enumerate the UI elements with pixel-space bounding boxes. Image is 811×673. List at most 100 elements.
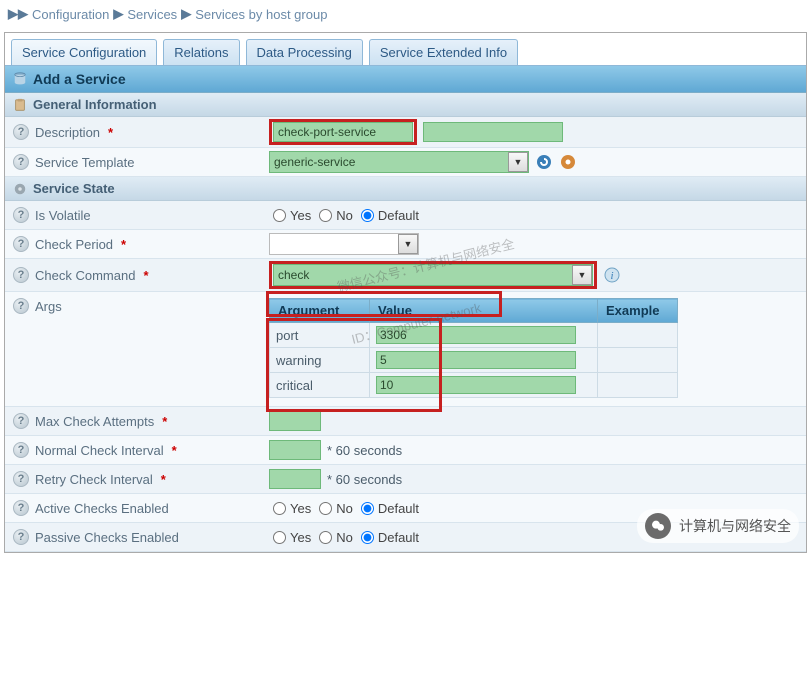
- help-icon[interactable]: ?: [13, 471, 29, 487]
- required-marker: *: [143, 268, 148, 283]
- row-check-period: ? Check Period * ▼: [5, 230, 806, 259]
- args-col-value: Value: [370, 299, 598, 323]
- chevron-down-icon: ▼: [508, 152, 528, 172]
- args-row-port: port: [270, 323, 678, 348]
- description-input[interactable]: [273, 122, 413, 142]
- help-icon[interactable]: ?: [13, 236, 29, 252]
- form-title: Add a Service: [33, 71, 126, 87]
- form-title-bar: Add a Service: [5, 66, 806, 93]
- radio-default[interactable]: [361, 502, 374, 515]
- gear-icon[interactable]: [559, 153, 577, 171]
- radio-no[interactable]: [319, 531, 332, 544]
- help-icon[interactable]: ?: [13, 442, 29, 458]
- is-volatile-radios[interactable]: Yes No Default: [269, 208, 419, 223]
- breadcrumb-services[interactable]: Services: [127, 7, 177, 22]
- description-input-2[interactable]: [423, 122, 563, 142]
- radio-no[interactable]: [319, 502, 332, 515]
- row-retry-interval: ? Retry Check Interval * * 60 seconds: [5, 465, 806, 494]
- row-check-command: ? Check Command * check ▼ i: [5, 259, 806, 292]
- required-marker: *: [162, 414, 167, 429]
- svg-text:i: i: [610, 270, 613, 282]
- label-active-checks: Active Checks Enabled: [35, 501, 169, 516]
- check-period-select[interactable]: ▼: [269, 233, 419, 255]
- label-passive-checks: Passive Checks Enabled: [35, 530, 179, 545]
- help-icon[interactable]: ?: [13, 267, 29, 283]
- arrow-icon: ▶: [181, 6, 191, 22]
- active-checks-radios[interactable]: Yes No Default: [269, 501, 419, 516]
- label-retry-interval: Retry Check Interval: [35, 472, 153, 487]
- gear-icon: [13, 182, 27, 196]
- wechat-icon: [645, 513, 671, 539]
- help-icon[interactable]: ?: [13, 529, 29, 545]
- required-marker: *: [172, 443, 177, 458]
- database-icon: [13, 72, 27, 86]
- arg-example: [598, 323, 678, 348]
- help-icon[interactable]: ?: [13, 298, 29, 314]
- service-template-select[interactable]: generic-service ▼: [269, 151, 529, 173]
- tab-service-configuration[interactable]: Service Configuration: [11, 39, 157, 65]
- seconds-suffix: * 60 seconds: [327, 472, 402, 487]
- radio-yes[interactable]: [273, 502, 286, 515]
- radio-yes[interactable]: [273, 209, 286, 222]
- tab-data-processing[interactable]: Data Processing: [246, 39, 363, 65]
- arg-example: [598, 373, 678, 398]
- label-check-period: Check Period: [35, 237, 113, 252]
- max-attempts-input[interactable]: [269, 411, 321, 431]
- label-args: Args: [35, 299, 62, 314]
- chevron-down-icon: ▼: [572, 265, 592, 285]
- section-state-label: Service State: [33, 181, 115, 196]
- refresh-icon[interactable]: [535, 153, 553, 171]
- required-marker: *: [121, 237, 126, 252]
- breadcrumb: ▶▶ Configuration ▶ Services ▶ Services b…: [0, 0, 811, 28]
- arg-name: critical: [270, 373, 370, 398]
- wechat-badge-text: 计算机与网络安全: [679, 516, 791, 536]
- breadcrumb-config[interactable]: Configuration: [32, 7, 109, 22]
- help-icon[interactable]: ?: [13, 500, 29, 516]
- section-general-label: General Information: [33, 97, 157, 112]
- label-check-command: Check Command: [35, 268, 135, 283]
- info-icon[interactable]: i: [603, 266, 621, 284]
- help-icon[interactable]: ?: [13, 124, 29, 140]
- check-command-value: check: [278, 268, 309, 282]
- args-row-warning: warning: [270, 348, 678, 373]
- service-template-value: generic-service: [274, 155, 355, 169]
- arg-value-input[interactable]: [376, 326, 576, 344]
- row-description: ? Description*: [5, 117, 806, 148]
- normal-interval-input[interactable]: [269, 440, 321, 460]
- highlight-box: check ▼: [269, 261, 597, 289]
- radio-default[interactable]: [361, 531, 374, 544]
- args-col-argument: Argument: [270, 299, 370, 323]
- seconds-suffix: * 60 seconds: [327, 443, 402, 458]
- breadcrumb-services-by-hostgroup[interactable]: Services by host group: [195, 7, 327, 22]
- required-marker: *: [161, 472, 166, 487]
- label-normal-interval: Normal Check Interval: [35, 443, 164, 458]
- retry-interval-input[interactable]: [269, 469, 321, 489]
- arg-value-input[interactable]: [376, 351, 576, 369]
- arrow-icon: ▶▶: [8, 6, 28, 22]
- arg-name: port: [270, 323, 370, 348]
- clipboard-icon: [13, 98, 27, 112]
- help-icon[interactable]: ?: [13, 413, 29, 429]
- help-icon[interactable]: ?: [13, 207, 29, 223]
- arg-example: [598, 348, 678, 373]
- highlight-box: [269, 119, 417, 145]
- radio-default[interactable]: [361, 209, 374, 222]
- help-icon[interactable]: ?: [13, 154, 29, 170]
- arg-value-input[interactable]: [376, 376, 576, 394]
- row-max-attempts: ? Max Check Attempts *: [5, 407, 806, 436]
- tab-relations[interactable]: Relations: [163, 39, 239, 65]
- tab-service-extended-info[interactable]: Service Extended Info: [369, 39, 518, 65]
- passive-checks-radios[interactable]: Yes No Default: [269, 530, 419, 545]
- check-command-select[interactable]: check ▼: [273, 264, 593, 286]
- arg-name: warning: [270, 348, 370, 373]
- tab-bar: Service Configuration Relations Data Pro…: [5, 33, 806, 65]
- radio-no[interactable]: [319, 209, 332, 222]
- label-service-template: Service Template: [35, 155, 134, 170]
- section-service-state: Service State: [5, 177, 806, 201]
- wechat-badge: 计算机与网络安全: [637, 509, 799, 543]
- label-max-attempts: Max Check Attempts: [35, 414, 154, 429]
- radio-yes[interactable]: [273, 531, 286, 544]
- label-description: Description: [35, 125, 100, 140]
- row-args: ? Args Argument Value Example port: [5, 292, 806, 407]
- row-normal-interval: ? Normal Check Interval * * 60 seconds: [5, 436, 806, 465]
